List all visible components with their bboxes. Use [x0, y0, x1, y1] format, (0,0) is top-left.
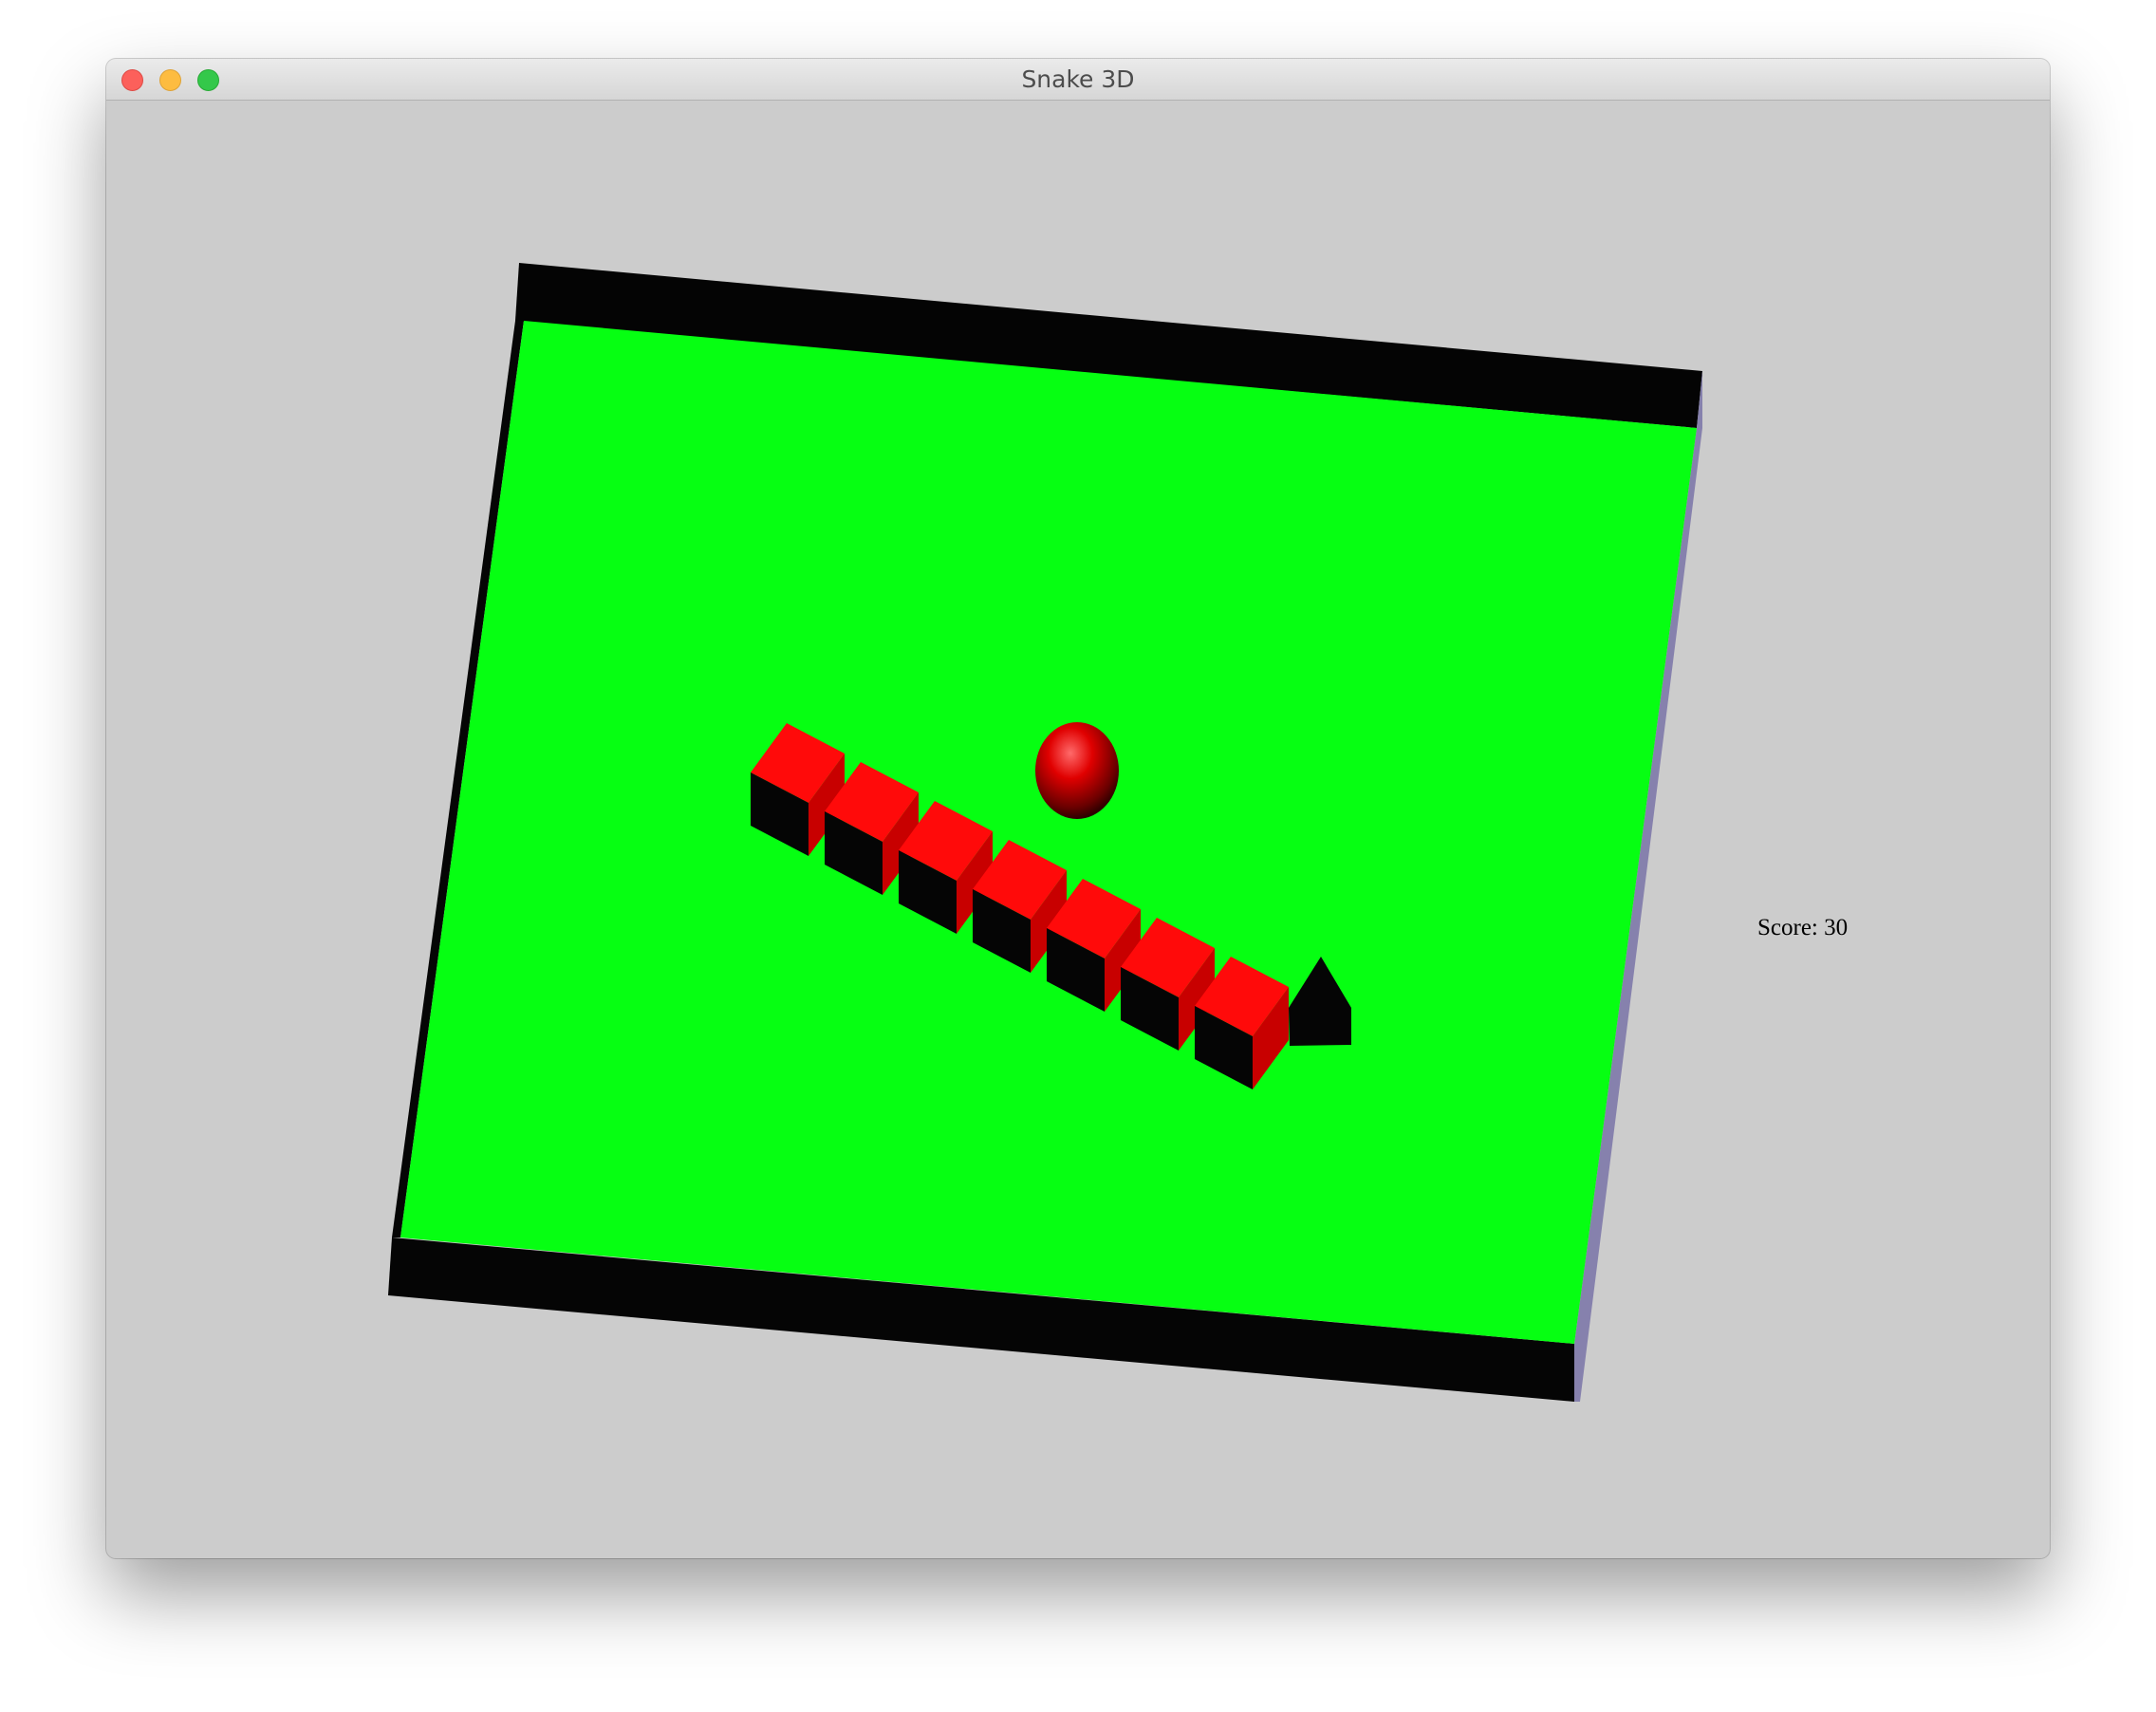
game-window: Snake 3D Score: 30	[106, 59, 2050, 1558]
food-ball	[1035, 722, 1119, 819]
game-viewport[interactable]: Score: 30	[106, 101, 2050, 1558]
score-label: Score: 30	[1757, 915, 1849, 940]
game-scene	[388, 263, 1702, 1402]
game-board	[388, 263, 1702, 1402]
board-surface	[400, 321, 1697, 1344]
title-bar[interactable]: Snake 3D	[106, 59, 2050, 101]
window-title: Snake 3D	[1021, 65, 1135, 93]
